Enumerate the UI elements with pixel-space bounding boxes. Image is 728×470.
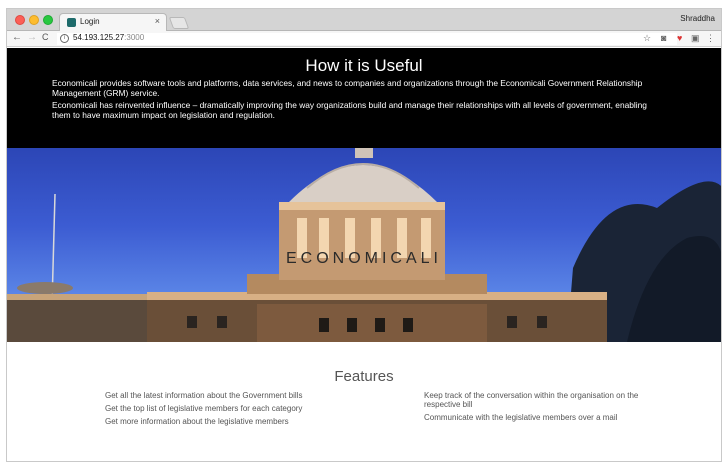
camera-icon[interactable]: ◙ [661, 33, 666, 43]
brand-wordmark: ECONOMICALI [285, 250, 442, 267]
features-section: Features Get all the latest information … [7, 342, 721, 461]
url-text[interactable]: 54.193.125.27:3000 [73, 33, 144, 42]
section-title: How it is Useful [305, 56, 423, 75]
cast-icon[interactable]: ▣ [691, 33, 700, 44]
favicon-icon [67, 18, 76, 27]
how-it-is-useful-section: How it is Useful Economicali provides so… [7, 48, 721, 148]
new-tab-button[interactable] [168, 17, 190, 29]
features-title: Features [334, 368, 394, 385]
hero-paragraph: Economicali has reinvented influence – d… [52, 100, 647, 120]
address-bar[interactable]: i 54.193.125.27:3000 [57, 33, 677, 45]
capitol-illustration [7, 148, 721, 342]
back-arrow-icon[interactable]: ← [12, 32, 22, 43]
feature-item: Get the top list of legislative members … [105, 404, 303, 413]
maximize-window-button[interactable] [43, 15, 53, 25]
url-port: :3000 [124, 33, 145, 42]
tab-login[interactable]: Login × [59, 13, 167, 31]
hero-paragraph: Economicali provides software tools and … [52, 78, 643, 98]
forward-arrow-icon[interactable]: → [27, 32, 37, 43]
info-icon[interactable]: i [60, 34, 69, 43]
tab-title: Login [80, 17, 100, 26]
tab-close-icon[interactable]: × [155, 16, 160, 26]
browser-window: Login × Shraddha ← → C i 54.193.125.27:3… [6, 8, 722, 462]
close-window-button[interactable] [15, 15, 25, 25]
profile-name[interactable]: Shraddha [680, 14, 715, 23]
menu-icon[interactable]: ⋮ [706, 33, 715, 44]
feature-item: Get all the latest information about the… [105, 391, 303, 400]
browser-toolbar: ← → C i 54.193.125.27:3000 ☆ ◙ ♥ ▣ ⋮ [7, 31, 721, 47]
capitol-banner-image: ECONOMICALI [7, 148, 721, 342]
bookmark-star-icon[interactable]: ☆ [643, 33, 651, 44]
extension-icon[interactable]: ♥ [677, 33, 682, 43]
reload-icon[interactable]: C [42, 32, 49, 42]
minimize-window-button[interactable] [29, 15, 39, 25]
feature-item: Communicate with the legislative members… [424, 413, 618, 422]
url-host: 54.193.125.27 [73, 33, 125, 42]
feature-item: Keep track of the conversation within th… [424, 391, 639, 409]
title-bar: Login × Shraddha [7, 9, 721, 31]
feature-item: Get more information about the legislati… [105, 417, 289, 426]
